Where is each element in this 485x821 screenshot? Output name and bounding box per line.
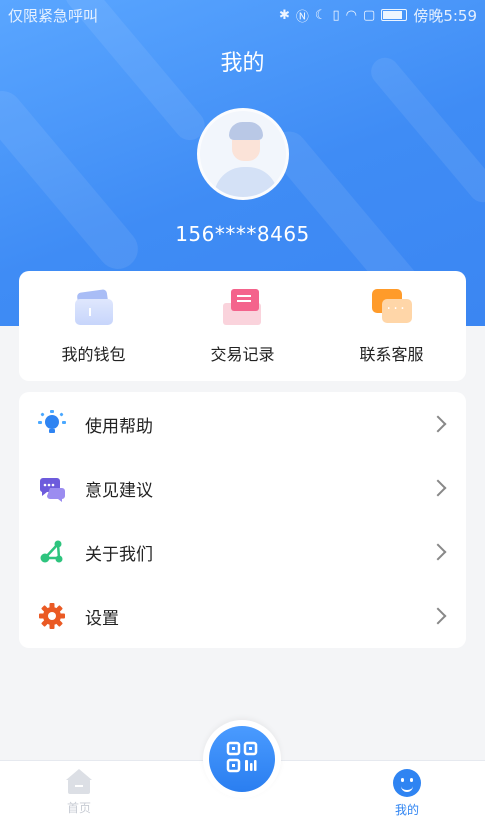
chevron-right-icon <box>429 543 447 561</box>
scan-button[interactable] <box>209 726 275 792</box>
scan-button-wrap <box>203 720 281 798</box>
battery-icon <box>381 9 408 21</box>
customer-service-icon <box>370 287 414 327</box>
menu-item-settings[interactable]: 设置 <box>19 584 466 648</box>
qr-scan-icon <box>226 741 258 777</box>
tab-mine[interactable]: 我的 <box>372 769 442 818</box>
chevron-right-icon <box>429 607 447 625</box>
chat-bubbles-icon <box>37 473 67 503</box>
customer-service-button[interactable]: 联系客服 <box>332 287 452 365</box>
status-time: 傍晚5:59 <box>413 6 477 25</box>
user-phone: 156****8465 <box>175 222 310 246</box>
chevron-right-icon <box>429 479 447 497</box>
wallet-icon <box>72 287 116 327</box>
bluetooth-icon: ✱ <box>278 7 290 23</box>
menu-item-label: 使用帮助 <box>85 416 153 437</box>
menu-item-label: 关于我们 <box>85 544 153 565</box>
menu-item-feedback[interactable]: 意见建议 <box>19 456 466 520</box>
menu-item-label: 意见建议 <box>85 480 153 501</box>
quick-actions-card: 我的钱包 交易记录 联系客服 <box>19 271 466 381</box>
moon-icon: ☾ <box>314 7 327 23</box>
wallet-button[interactable]: 我的钱包 <box>34 287 154 365</box>
menu-item-help[interactable]: 使用帮助 <box>19 392 466 456</box>
tab-mine-label: 我的 <box>394 803 419 817</box>
page-title: 我的 <box>220 51 265 76</box>
lightbulb-icon <box>37 409 67 439</box>
vibrate-icon: ▯ <box>332 7 340 23</box>
records-button[interactable]: 交易记录 <box>183 287 303 365</box>
nfc-icon: Ⓝ <box>295 9 309 25</box>
menu-item-about[interactable]: 关于我们 <box>19 520 466 584</box>
status-bar: 仅限紧急呼叫 ✱ Ⓝ ☾ ▯ ◠ ▢ 傍晚5:59 <box>0 0 485 30</box>
menu-item-label: 设置 <box>85 608 119 629</box>
records-icon <box>221 287 265 327</box>
chevron-right-icon <box>429 415 447 433</box>
nodes-icon <box>37 537 67 567</box>
carrier-text: 仅限紧急呼叫 <box>8 6 99 25</box>
tab-home[interactable]: 首页 <box>44 769 114 816</box>
gear-icon <box>37 601 67 631</box>
records-label: 交易记录 <box>210 345 275 364</box>
wifi-icon: ◠ <box>345 7 358 23</box>
wallet-label: 我的钱包 <box>61 345 126 364</box>
tab-home-label: 首页 <box>66 801 91 815</box>
home-icon <box>65 769 93 795</box>
smiley-icon <box>393 769 421 797</box>
avatar[interactable] <box>197 108 289 200</box>
customer-service-label: 联系客服 <box>359 345 424 364</box>
menu-list: 使用帮助 意见建议 关于我们 设置 <box>19 392 466 648</box>
sim-icon: ▢ <box>363 7 376 23</box>
